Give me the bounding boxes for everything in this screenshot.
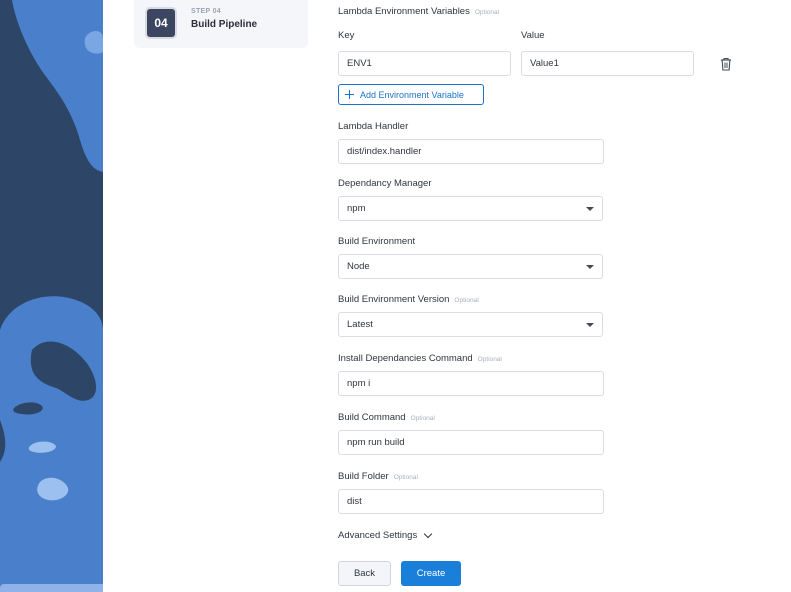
install-command-input[interactable]: npm i [338, 371, 604, 396]
caret-down-icon [586, 323, 594, 327]
env-key-input[interactable]: ENV1 [338, 51, 511, 76]
step-number-badge: 04 [145, 7, 177, 39]
dependency-manager-select[interactable]: npm [338, 196, 603, 221]
env-vars-label: Lambda Environment Variables Optional [338, 6, 499, 17]
optional-tag: Optional [474, 9, 500, 16]
build-environment-select[interactable]: Node [338, 254, 603, 279]
app-root: 04 STEP 04 Build Pipeline Lambda Environ… [0, 0, 791, 592]
dependency-manager-value: npm [347, 203, 366, 214]
build-environment-version-select[interactable]: Latest [338, 312, 603, 337]
build-command-label: Build Command Optional [338, 412, 435, 423]
add-env-variable-label: Add Environment Variable [360, 89, 464, 100]
build-folder-input[interactable]: dist [338, 489, 604, 514]
decorative-wave-art [0, 0, 103, 592]
add-env-variable-button[interactable]: Add Environment Variable [338, 84, 484, 105]
build-command-label-text: Build Command [338, 412, 406, 423]
build-environment-version-label-text: Build Environment Version [338, 294, 450, 305]
build-pipeline-form: Lambda Environment Variables Optional Key… [338, 0, 738, 592]
build-environment-version-value: Latest [347, 319, 373, 330]
optional-tag: Optional [454, 297, 479, 304]
decorative-art-panel [0, 0, 103, 592]
install-command-label-text: Install Dependancies Command [338, 353, 473, 364]
chevron-down-icon [423, 529, 433, 538]
build-environment-value: Node [347, 261, 370, 272]
trash-icon[interactable] [720, 57, 732, 71]
create-button[interactable]: Create [401, 561, 461, 586]
lambda-handler-input[interactable]: dist/index.handler [338, 139, 604, 164]
optional-tag: Optional [410, 415, 435, 422]
advanced-settings-toggle[interactable]: Advanced Settings [338, 529, 433, 541]
caret-down-icon [586, 207, 594, 211]
env-value-header: Value [521, 30, 545, 41]
dependency-manager-label: Dependancy Manager [338, 178, 432, 189]
build-folder-label: Build Folder Optional [338, 471, 418, 482]
caret-down-icon [586, 265, 594, 269]
back-button[interactable]: Back [338, 561, 391, 586]
env-key-header: Key [338, 30, 355, 41]
env-vars-label-text: Lambda Environment Variables [338, 6, 470, 17]
install-command-label: Install Dependancies Command Optional [338, 353, 502, 364]
build-command-input[interactable]: npm run build [338, 430, 604, 455]
build-folder-label-text: Build Folder [338, 471, 389, 482]
step-kicker: STEP 04 [191, 8, 221, 15]
step-card-build-pipeline[interactable]: 04 STEP 04 Build Pipeline [134, 0, 308, 48]
build-environment-version-label: Build Environment Version Optional [338, 294, 479, 305]
step-title: Build Pipeline [191, 19, 258, 30]
optional-tag: Optional [393, 474, 418, 481]
build-environment-label: Build Environment [338, 236, 416, 247]
stepper-column: 04 STEP 04 Build Pipeline [103, 0, 308, 592]
lambda-handler-label: Lambda Handler [338, 121, 409, 132]
plus-icon [345, 90, 354, 99]
optional-tag: Optional [477, 356, 502, 363]
advanced-settings-label: Advanced Settings [338, 530, 418, 541]
env-value-input[interactable]: Value1 [521, 51, 694, 76]
